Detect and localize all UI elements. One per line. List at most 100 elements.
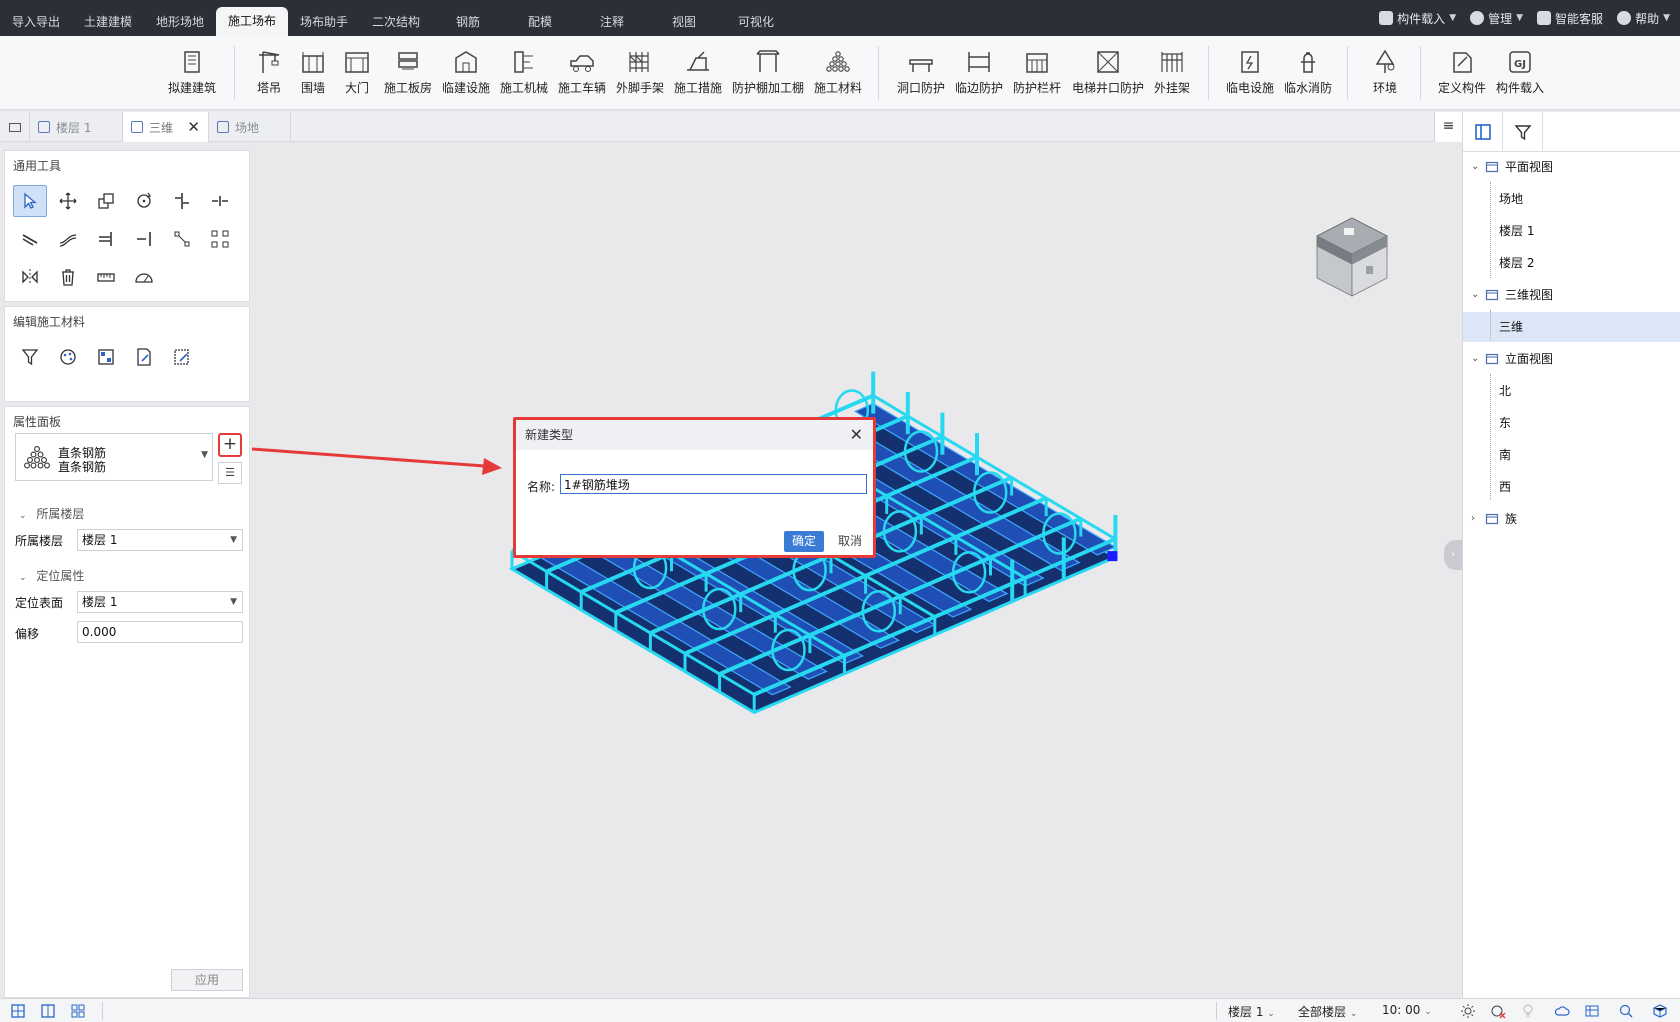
chevron-down-icon[interactable]: ⌄ <box>1471 344 1479 374</box>
tree-item[interactable]: 东 <box>1463 408 1680 438</box>
group-floor-header[interactable]: ⌄ 所属楼层 <box>19 505 84 522</box>
apply-button[interactable]: 应用 <box>171 969 243 991</box>
ribbon-shed-button[interactable]: 防护棚加工棚 <box>730 48 806 104</box>
ribbon-vehicle-button[interactable]: 施工车辆 <box>556 48 608 104</box>
ribbon-define-component-button[interactable]: 定义构件 <box>1436 48 1488 104</box>
select-tool[interactable] <box>13 185 47 217</box>
angle-measure-tool[interactable] <box>127 261 161 293</box>
offset-tool[interactable] <box>13 223 47 255</box>
offset-input[interactable]: 0.000 <box>77 621 243 643</box>
component-load-menu[interactable]: 构件载入 ▼ <box>1379 10 1456 27</box>
layout-single-icon[interactable] <box>10 1003 26 1019</box>
tree-item[interactable]: 三维 <box>1463 312 1680 342</box>
current-floor-select[interactable]: 楼层 1 ⌄ <box>1228 1003 1275 1020</box>
floor-range-select[interactable]: 全部楼层 ⌄ <box>1298 1003 1357 1020</box>
ribbon-railing-button[interactable]: 防护栏杆 <box>1011 48 1063 104</box>
scale-select[interactable]: 10: 00 ⌄ <box>1382 1003 1432 1017</box>
tree-group[interactable]: ⌄ 三维视图 <box>1463 280 1680 310</box>
tree-group[interactable]: ⌄ 平面视图 <box>1463 152 1680 182</box>
ribbon-material-button[interactable]: 施工材料 <box>812 48 864 104</box>
move-tool[interactable] <box>51 185 85 217</box>
panel-collapse-handle[interactable]: › <box>1444 540 1462 570</box>
no-shadow-icon[interactable] <box>1490 1003 1506 1019</box>
zoom-fit-icon[interactable] <box>1618 1003 1634 1019</box>
ribbon-machinery-button[interactable]: 施工机械 <box>498 48 550 104</box>
cloud-sync-icon[interactable] <box>1554 1003 1570 1019</box>
tab-layout-assistant[interactable]: 场布助手 <box>288 0 360 36</box>
chevron-down-icon[interactable]: ⌄ <box>1471 152 1479 182</box>
tab-visualization[interactable]: 可视化 <box>720 0 792 36</box>
doc-tab-3d[interactable]: 三维 ✕ <box>123 112 209 142</box>
type-name-input[interactable] <box>560 474 867 494</box>
ribbon-scaffold-button[interactable]: 外脚手架 <box>614 48 666 104</box>
material-color-tool[interactable] <box>51 341 85 373</box>
group-position-header[interactable]: ⌄ 定位属性 <box>19 567 84 584</box>
tree-item[interactable]: 西 <box>1463 472 1680 502</box>
chevron-right-icon[interactable]: › <box>1471 504 1475 534</box>
ribbon-wall-button[interactable]: 围墙 <box>293 48 333 104</box>
tab-menu-button[interactable]: ≡ <box>1434 112 1462 142</box>
browser-tab-filter[interactable] <box>1503 112 1543 152</box>
tab-annotation[interactable]: 注释 <box>576 0 648 36</box>
ribbon-edge-guard-button[interactable]: 临边防护 <box>953 48 1005 104</box>
copy-tool[interactable] <box>89 185 123 217</box>
tab-secondary-structure[interactable]: 二次结构 <box>360 0 432 36</box>
stretch-tool[interactable] <box>51 223 85 255</box>
rotate-tool[interactable] <box>127 185 161 217</box>
align-tool[interactable] <box>165 185 199 217</box>
browser-tab-views[interactable] <box>1463 112 1503 152</box>
tree-item[interactable]: 场地 <box>1463 184 1680 214</box>
filter-tool[interactable] <box>13 341 47 373</box>
manage-menu[interactable]: 管理 ▼ <box>1470 10 1523 27</box>
add-type-button[interactable]: + <box>218 433 242 457</box>
component-type-select[interactable]: 直条钢筋 直条钢筋 ▼ <box>15 433 213 481</box>
ribbon-elevator-guard-button[interactable]: 电梯井口防护 <box>1070 48 1146 104</box>
tab-view[interactable]: 视图 <box>648 0 720 36</box>
sun-icon[interactable] <box>1460 1003 1476 1019</box>
tree-item[interactable]: 楼层 2 <box>1463 248 1680 278</box>
type-settings-button[interactable]: ☰ <box>218 462 242 484</box>
surface-select[interactable]: 楼层 1 ▼ <box>77 591 243 613</box>
close-icon[interactable]: ✕ <box>850 420 863 450</box>
chevron-down-icon[interactable]: ⌄ <box>1471 280 1479 310</box>
view-cube-icon[interactable] <box>1302 216 1402 306</box>
extend-tool[interactable] <box>127 223 161 255</box>
tab-construction-layout[interactable]: 施工场布 <box>216 7 288 36</box>
ribbon-opening-guard-button[interactable]: 洞口防护 <box>895 48 947 104</box>
ribbon-tower-crane-button[interactable]: 塔吊 <box>249 48 289 104</box>
doc-tab-floor-1[interactable]: 楼层 1 <box>30 112 123 142</box>
tree-group[interactable]: ⌄ 立面视图 <box>1463 344 1680 374</box>
edit-material-tool[interactable] <box>127 341 161 373</box>
layout-grid-icon[interactable] <box>70 1003 86 1019</box>
cancel-button[interactable]: 取消 <box>832 531 868 552</box>
ribbon-gate-button[interactable]: 大门 <box>337 48 377 104</box>
ribbon-gj-load-button[interactable]: GJ 构件载入 <box>1494 48 1546 104</box>
ribbon-hanging-frame-button[interactable]: 外挂架 <box>1152 48 1192 104</box>
tab-terrain-site[interactable]: 地形场地 <box>144 0 216 36</box>
ribbon-power-facility-button[interactable]: 临电设施 <box>1224 48 1276 104</box>
ribbon-building-button[interactable]: 拟建建筑 <box>166 48 218 104</box>
restore-view-button[interactable] <box>0 112 30 142</box>
tab-civil-modeling[interactable]: 土建建模 <box>72 0 144 36</box>
texture-tool[interactable] <box>89 341 123 373</box>
tab-rebar[interactable]: 钢筋 <box>432 0 504 36</box>
batch-edit-tool[interactable] <box>165 341 199 373</box>
ribbon-measure-button[interactable]: 施工措施 <box>672 48 724 104</box>
table-view-icon[interactable] <box>1584 1003 1600 1019</box>
3d-viewport[interactable] <box>250 142 1462 998</box>
floor-select[interactable]: 楼层 1 ▼ <box>77 529 243 551</box>
doc-tab-site[interactable]: 场地 <box>209 112 291 142</box>
tree-item[interactable]: 北 <box>1463 376 1680 406</box>
layout-split-icon[interactable] <box>40 1003 56 1019</box>
tab-formwork[interactable]: 配模 <box>504 0 576 36</box>
help-menu[interactable]: 帮助 ▼ <box>1617 10 1670 27</box>
confirm-button[interactable]: 确定 <box>784 531 824 552</box>
mirror-tool[interactable] <box>13 261 47 293</box>
split-tool[interactable] <box>203 185 237 217</box>
tree-group[interactable]: › 族 <box>1463 504 1680 534</box>
array-tool[interactable] <box>165 223 199 255</box>
smart-service-button[interactable]: 智能客服 <box>1537 10 1603 27</box>
ribbon-fire-hydrant-button[interactable]: 临水消防 <box>1282 48 1334 104</box>
measure-tool[interactable] <box>89 261 123 293</box>
delete-tool[interactable] <box>51 261 85 293</box>
